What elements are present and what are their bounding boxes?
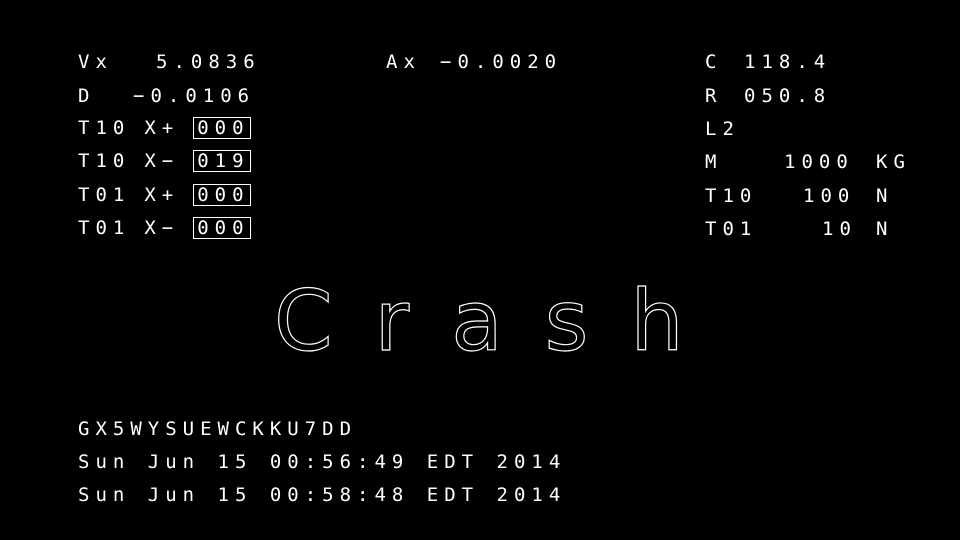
thruster-value-box: 000 xyxy=(193,217,251,239)
c-label: C xyxy=(705,51,723,73)
thruster-value-box: 019 xyxy=(193,150,251,172)
mass-unit: KG xyxy=(876,151,911,173)
thruster-row: T01 X− 000 xyxy=(78,215,251,241)
thruster-dir: X− xyxy=(144,217,180,239)
game-screen: Vx 5.0836 D −0.0106 T10 X+ 000 T10 X− 01… xyxy=(0,0,960,540)
t10-value: 100 xyxy=(803,185,856,207)
thruster-value-box: 000 xyxy=(193,117,251,139)
c-value: 118.4 xyxy=(744,51,832,73)
thruster-value-box: 000 xyxy=(193,184,251,206)
d-label: D xyxy=(78,85,96,107)
mass-value: 1000 xyxy=(784,151,854,173)
thruster-row: T01 X+ 000 xyxy=(78,182,251,208)
thruster-dir: X+ xyxy=(144,117,180,139)
t01-value: 10 xyxy=(822,218,857,240)
thruster-row: T10 X− 019 xyxy=(78,148,251,174)
d-value: −0.0106 xyxy=(133,85,256,107)
mass-label: M xyxy=(705,151,723,173)
session-code: GX5WYSUEWCKKU7DD xyxy=(78,418,358,440)
thruster-name: T10 xyxy=(78,117,131,139)
ax-label: Ax xyxy=(386,51,421,73)
thruster-name: T01 xyxy=(78,184,131,206)
ax-value: −0.0020 xyxy=(440,51,563,73)
level-indicator: L2 xyxy=(705,118,740,140)
t01-unit: N xyxy=(876,218,894,240)
vx-value: 5.0836 xyxy=(156,51,261,73)
r-value: 050.8 xyxy=(744,85,832,107)
crash-message: Crash! xyxy=(273,271,728,360)
t10-unit: N xyxy=(876,185,894,207)
r-label: R xyxy=(705,85,723,107)
thruster-name: T10 xyxy=(78,150,131,172)
thruster-dir: X+ xyxy=(144,184,180,206)
crash-text: Crash! xyxy=(274,272,728,360)
end-timestamp: Sun Jun 15 00:58:48 EDT 2014 xyxy=(78,484,567,506)
thruster-name: T01 xyxy=(78,217,131,239)
thruster-dir: X− xyxy=(144,150,180,172)
start-timestamp: Sun Jun 15 00:56:49 EDT 2014 xyxy=(78,451,567,473)
t01-label: T01 xyxy=(705,218,758,240)
t10-label: T10 xyxy=(705,185,758,207)
thruster-row: T10 X+ 000 xyxy=(78,115,251,141)
vx-label: Vx xyxy=(78,51,113,73)
